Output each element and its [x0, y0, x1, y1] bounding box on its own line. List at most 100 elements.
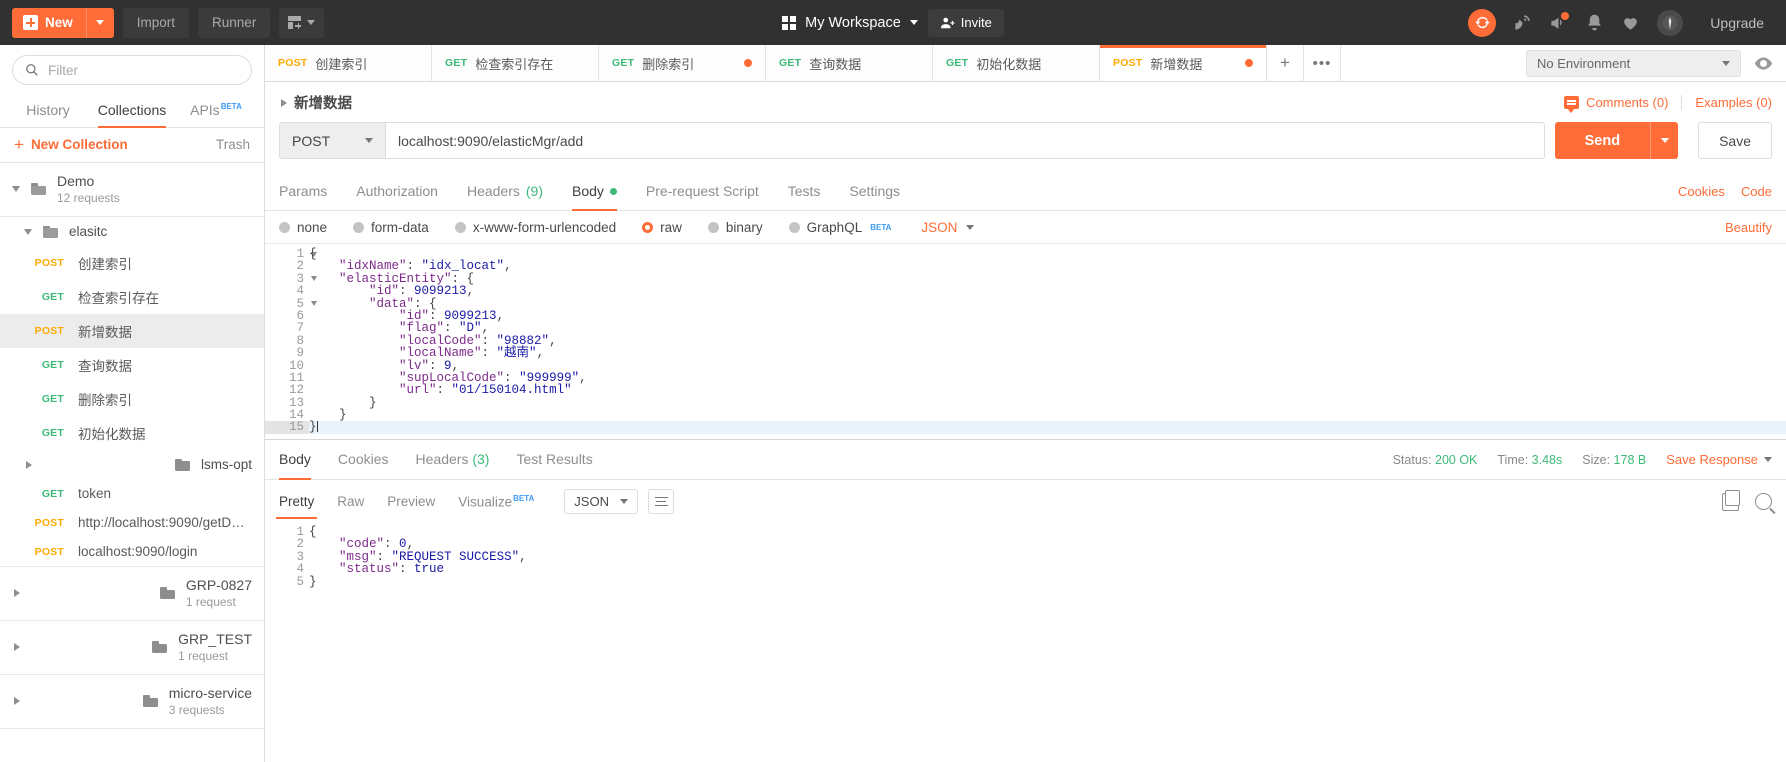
- response-view-visualize[interactable]: VisualizeBETA: [458, 490, 534, 514]
- tab-settings[interactable]: Settings: [849, 173, 900, 210]
- request-row-login[interactable]: POST localhost:9090/login: [0, 537, 264, 567]
- save-button[interactable]: Save: [1698, 122, 1772, 159]
- request-body-editor[interactable]: 1 2 3 4 5 6 7 8 9 10 11 12 13 14 15 { "idxName": "idx_…: [265, 243, 1786, 439]
- response-tab-test-results[interactable]: Test Results: [516, 440, 592, 479]
- trash-button[interactable]: Trash: [216, 137, 250, 152]
- folder-row-lsms-opt[interactable]: lsms-opt: [0, 450, 264, 479]
- add-tab-button[interactable]: +: [1267, 45, 1304, 81]
- collection-row-grp-0827[interactable]: GRP-0827 1 request: [0, 567, 264, 621]
- method-badge: GET: [41, 359, 64, 371]
- response-view-raw[interactable]: Raw: [337, 490, 364, 513]
- response-format-selector[interactable]: JSON: [564, 489, 639, 514]
- response-tab-body[interactable]: Body: [279, 440, 311, 480]
- bell-button[interactable]: [1585, 13, 1604, 32]
- new-tab-icon: [288, 16, 302, 29]
- megaphone-button[interactable]: [1549, 12, 1570, 32]
- request-row-token[interactable]: GET token: [0, 479, 264, 508]
- search-input[interactable]: [48, 62, 239, 78]
- search-box[interactable]: [12, 55, 252, 85]
- eye-icon[interactable]: [1753, 53, 1774, 74]
- text-cursor: [316, 421, 318, 433]
- satellite-button[interactable]: [1513, 13, 1532, 32]
- plus-icon: +: [14, 134, 24, 154]
- cookies-link[interactable]: Cookies: [1678, 184, 1725, 199]
- import-button[interactable]: Import: [122, 7, 190, 38]
- sidebar-tab-history[interactable]: History: [6, 93, 90, 127]
- folder-row-elasitc[interactable]: elasitc: [0, 217, 264, 246]
- request-row-create-index[interactable]: POST 创建索引: [0, 246, 264, 280]
- sidebar-tab-apis[interactable]: APIsBETA: [174, 93, 258, 127]
- request-row-getdatabytoken[interactable]: POST http://localhost:9090/getDataByTok.…: [0, 508, 264, 537]
- body-type-none[interactable]: none: [279, 220, 327, 235]
- heart-button[interactable]: [1621, 13, 1640, 32]
- upgrade-button[interactable]: Upgrade: [1700, 10, 1774, 36]
- tab-body[interactable]: Body: [572, 173, 617, 211]
- tab-params[interactable]: Params: [279, 173, 327, 210]
- wrap-lines-button[interactable]: [648, 489, 675, 514]
- body-type-urlencoded[interactable]: x-www-form-urlencoded: [454, 220, 616, 235]
- new-button[interactable]: New: [12, 7, 114, 38]
- collection-row-grp-test[interactable]: GRP_TEST 1 request: [0, 621, 264, 675]
- tab-delete-index[interactable]: GET 删除索引: [599, 45, 766, 81]
- body-type-graphql[interactable]: GraphQL BETA: [788, 220, 891, 235]
- invite-button[interactable]: Invite: [927, 8, 1004, 37]
- tab-tests[interactable]: Tests: [788, 173, 821, 210]
- tab-check-index[interactable]: GET 检查索引存在: [432, 45, 599, 81]
- copy-icon[interactable]: [1722, 489, 1740, 511]
- new-tab-button[interactable]: [279, 7, 325, 38]
- request-row-check-index[interactable]: GET 检查索引存在: [0, 280, 264, 314]
- workspace-selector[interactable]: My Workspace: [782, 15, 918, 31]
- search-icon[interactable]: [1755, 493, 1772, 510]
- send-button[interactable]: Send: [1554, 122, 1651, 159]
- tab-init-data[interactable]: GET 初始化数据: [933, 45, 1100, 81]
- runner-button[interactable]: Runner: [198, 7, 271, 38]
- environment-selector[interactable]: No Environment: [1526, 49, 1741, 77]
- request-row-delete-index[interactable]: GET 删除索引: [0, 382, 264, 416]
- tab-headers[interactable]: Headers (9): [467, 173, 543, 210]
- request-row-init-data[interactable]: GET 初始化数据: [0, 416, 264, 450]
- new-collection-button[interactable]: + New Collection: [14, 134, 128, 154]
- tab-authorization[interactable]: Authorization: [356, 173, 438, 210]
- sync-button[interactable]: [1468, 8, 1497, 37]
- code-link[interactable]: Code: [1741, 184, 1772, 199]
- avatar[interactable]: [1657, 9, 1684, 36]
- request-row-query-data[interactable]: GET 查询数据: [0, 348, 264, 382]
- tab-add-data[interactable]: POST 新增数据: [1100, 45, 1267, 81]
- request-row-add-data[interactable]: POST 新增数据: [0, 314, 264, 348]
- send-options-button[interactable]: [1650, 122, 1679, 159]
- response-tab-headers[interactable]: Headers (3): [416, 440, 490, 479]
- editor-code[interactable]: { "idxName": "idx_locat", "elasticEntity…: [309, 244, 1786, 434]
- breadcrumb[interactable]: 新增数据: [279, 92, 352, 113]
- request-section-tabs: Params Authorization Headers (9) Body Pre…: [265, 173, 1786, 211]
- code-line: "idxName": "idx_locat",: [339, 259, 512, 274]
- url-input[interactable]: [386, 122, 1545, 159]
- request-name: 查询数据: [78, 359, 132, 374]
- body-type-binary[interactable]: binary: [707, 220, 763, 235]
- new-dropdown-caret[interactable]: [85, 7, 114, 38]
- tab-query-data[interactable]: GET 查询数据: [766, 45, 933, 81]
- response-view-pretty[interactable]: Pretty: [275, 490, 318, 519]
- body-type-raw[interactable]: raw: [642, 220, 682, 235]
- body-indicator-dot: [609, 187, 617, 195]
- tab-options-button[interactable]: •••: [1304, 45, 1341, 81]
- tab-pre-request-script[interactable]: Pre-request Script: [646, 173, 759, 210]
- response-view-preview[interactable]: Preview: [387, 490, 435, 513]
- tab-label: 查询数据: [809, 56, 862, 72]
- radio-icon: [707, 222, 719, 233]
- beautify-button[interactable]: Beautify: [1725, 220, 1772, 235]
- sidebar-tab-collections[interactable]: Collections: [90, 93, 174, 128]
- raw-format-selector[interactable]: JSON: [921, 220, 975, 235]
- response-body[interactable]: 12345 { "code": 0, "msg": "REQUEST SUCCE…: [265, 522, 1786, 762]
- collection-tree[interactable]: Demo 12 requests elasitc POST 创建索引 GET 检…: [0, 163, 264, 762]
- examples-button[interactable]: Examples (0): [1681, 95, 1772, 110]
- response-tab-cookies[interactable]: Cookies: [338, 440, 389, 479]
- comments-button[interactable]: Comments (0): [1564, 95, 1681, 113]
- collection-row-micro-service[interactable]: micro-service 3 requests: [0, 675, 264, 729]
- beta-badge: BETA: [220, 102, 242, 112]
- filter-wrapper: [0, 45, 264, 93]
- tab-create-index[interactable]: POST 创建索引: [265, 45, 432, 81]
- collection-row-demo[interactable]: Demo 12 requests: [0, 163, 264, 217]
- body-type-form-data[interactable]: form-data: [353, 220, 429, 235]
- save-response-button[interactable]: Save Response: [1666, 452, 1772, 467]
- method-selector[interactable]: POST: [279, 122, 386, 159]
